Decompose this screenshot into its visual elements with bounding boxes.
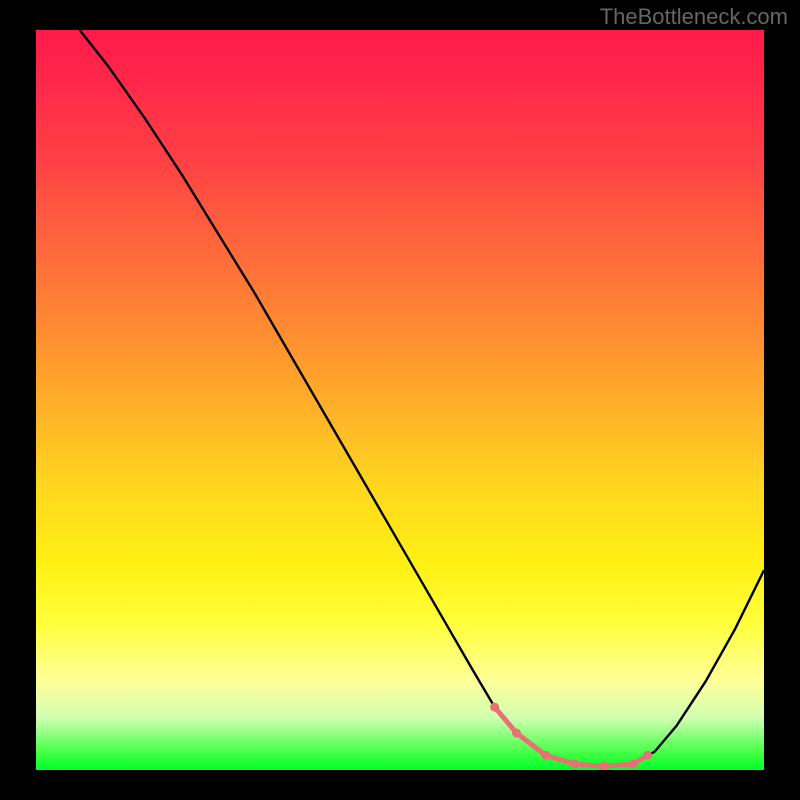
highlight-dot bbox=[541, 751, 550, 760]
plot-area bbox=[36, 30, 764, 770]
highlight-dot bbox=[628, 760, 637, 769]
highlight-dot bbox=[490, 703, 499, 712]
highlight-dot bbox=[599, 762, 608, 770]
main-curve bbox=[80, 30, 764, 766]
highlight-dot bbox=[643, 751, 652, 760]
highlight-dot bbox=[512, 729, 521, 738]
watermark-text: TheBottleneck.com bbox=[600, 4, 788, 30]
chart-svg bbox=[36, 30, 764, 770]
highlight-dot bbox=[570, 760, 579, 769]
highlight-dots bbox=[490, 703, 652, 770]
